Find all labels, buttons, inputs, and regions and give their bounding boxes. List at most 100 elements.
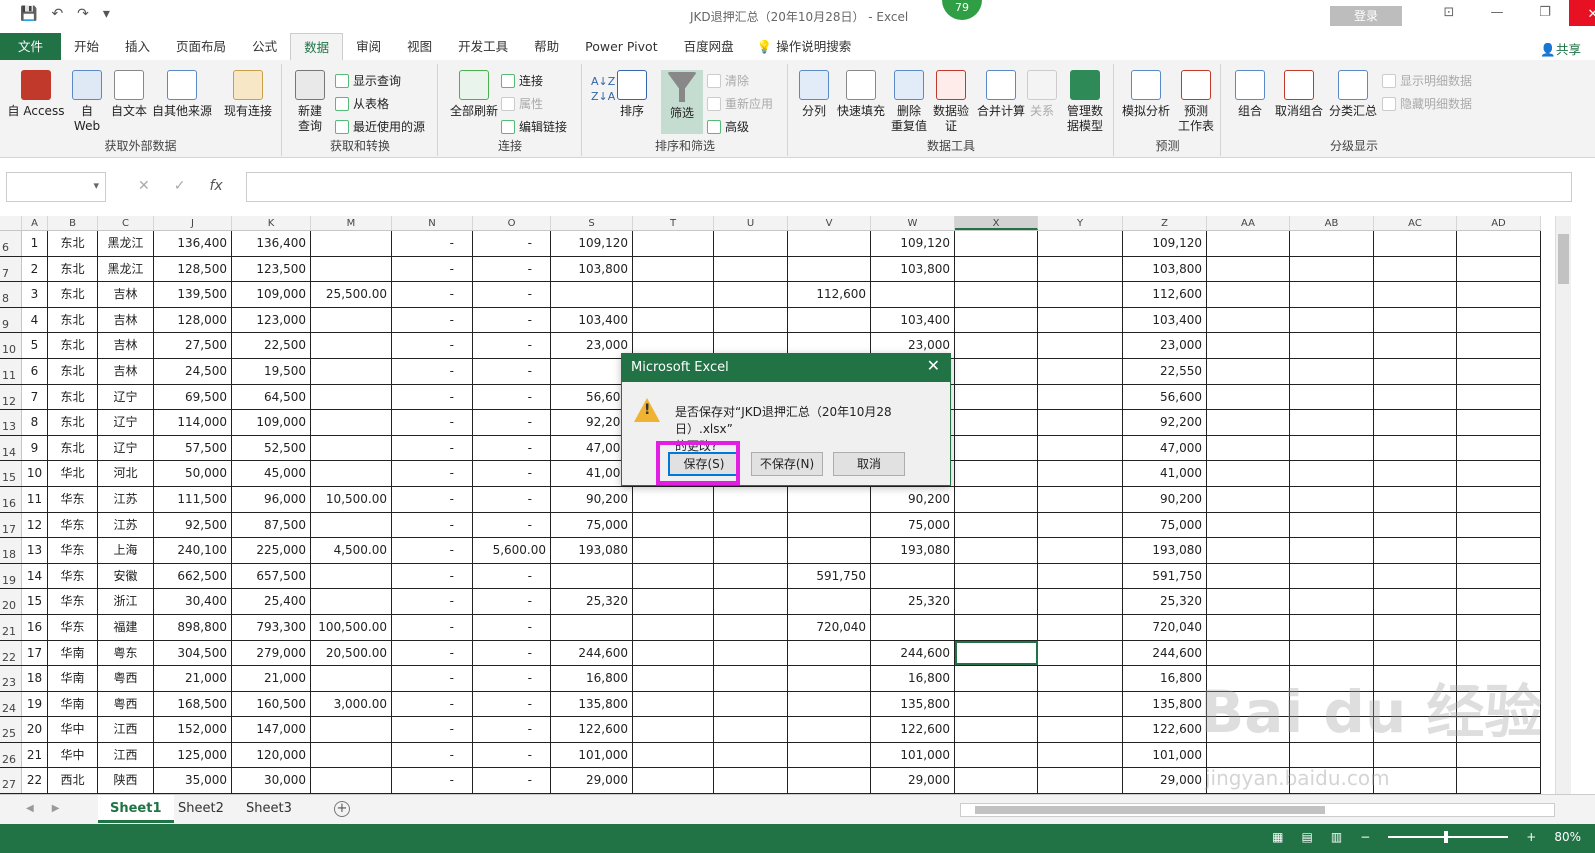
cell-u16[interactable] (714, 486, 788, 512)
cell-o6[interactable]: - (473, 231, 551, 256)
cell-j9[interactable]: 128,000 (154, 307, 232, 333)
tab-help[interactable]: 帮助 (521, 33, 572, 60)
cell-x14[interactable] (955, 435, 1038, 461)
new-query-button[interactable]: 新建 查询 (289, 70, 331, 134)
cell-m10[interactable] (311, 333, 392, 358)
tab-page-layout[interactable]: 页面布局 (163, 33, 239, 60)
cell-y14[interactable] (1038, 435, 1123, 461)
cell-ab9[interactable] (1290, 307, 1374, 333)
row-header[interactable]: 9 (0, 307, 22, 333)
cell-x25[interactable] (955, 717, 1038, 742)
cell-ab16[interactable] (1290, 486, 1374, 512)
cell-s23[interactable]: 16,800 (551, 666, 633, 691)
column-header-x[interactable]: X (955, 216, 1038, 230)
cell-k21[interactable]: 793,300 (232, 614, 311, 640)
cell-m17[interactable] (311, 512, 392, 538)
cell-o7[interactable]: - (473, 256, 551, 282)
login-button[interactable]: 登录 (1330, 6, 1402, 26)
cell-n21[interactable]: - (392, 614, 473, 640)
cell-x26[interactable] (955, 742, 1038, 768)
cell-m13[interactable] (311, 410, 392, 435)
cell-ab11[interactable] (1290, 358, 1374, 384)
cell-s18[interactable]: 193,080 (551, 538, 633, 563)
cell-j26[interactable]: 125,000 (154, 742, 232, 768)
zoom-out-icon[interactable]: − (1360, 830, 1370, 844)
row-header[interactable]: 18 (0, 538, 22, 563)
cell-ab17[interactable] (1290, 512, 1374, 538)
cell-c25[interactable]: 江西 (98, 717, 154, 742)
row-header[interactable]: 13 (0, 410, 22, 435)
cell-j14[interactable]: 57,500 (154, 435, 232, 461)
cell-s21[interactable] (551, 614, 633, 640)
cell-a24[interactable]: 19 (22, 691, 48, 717)
cell-w9[interactable]: 103,400 (871, 307, 955, 333)
cell-b15[interactable]: 华北 (48, 461, 98, 486)
cell-y9[interactable] (1038, 307, 1123, 333)
cell-ac12[interactable] (1374, 384, 1457, 410)
cell-z18[interactable]: 193,080 (1123, 538, 1207, 563)
cell-x27[interactable] (955, 768, 1038, 794)
cell-o14[interactable]: - (473, 435, 551, 461)
cell-u23[interactable] (714, 666, 788, 691)
cell-a18[interactable]: 13 (22, 538, 48, 563)
row-header[interactable]: 7 (0, 256, 22, 282)
cell-c24[interactable]: 粤西 (98, 691, 154, 717)
cell-x17[interactable] (955, 512, 1038, 538)
column-header-a[interactable]: A (22, 216, 48, 230)
tab-developer[interactable]: 开发工具 (445, 33, 521, 60)
column-header-c[interactable]: C (98, 216, 154, 230)
cell-a14[interactable]: 9 (22, 435, 48, 461)
cell-o18[interactable]: 5,600.00 (473, 538, 551, 563)
cell-aa7[interactable] (1207, 256, 1290, 282)
cell-ac16[interactable] (1374, 486, 1457, 512)
cell-u17[interactable] (714, 512, 788, 538)
cell-a22[interactable]: 17 (22, 640, 48, 666)
cell-w8[interactable] (871, 282, 955, 307)
cell-ab20[interactable] (1290, 589, 1374, 614)
cell-y17[interactable] (1038, 512, 1123, 538)
tab-home[interactable]: 开始 (61, 33, 112, 60)
cell-n13[interactable]: - (392, 410, 473, 435)
cell-k27[interactable]: 30,000 (232, 768, 311, 794)
cell-o26[interactable]: - (473, 742, 551, 768)
cell-v24[interactable] (788, 691, 871, 717)
cell-k6[interactable]: 136,400 (232, 231, 311, 256)
cell-ac17[interactable] (1374, 512, 1457, 538)
row-header[interactable]: 26 (0, 742, 22, 768)
cell-z27[interactable]: 29,000 (1123, 768, 1207, 794)
cell-x6[interactable] (955, 231, 1038, 256)
cell-ad17[interactable] (1457, 512, 1541, 538)
cell-y16[interactable] (1038, 486, 1123, 512)
column-header-w[interactable]: W (871, 216, 955, 230)
cell-a26[interactable]: 21 (22, 742, 48, 768)
cell-u9[interactable] (714, 307, 788, 333)
cell-a25[interactable]: 20 (22, 717, 48, 742)
cell-o20[interactable]: - (473, 589, 551, 614)
cell-x12[interactable] (955, 384, 1038, 410)
cell-a20[interactable]: 15 (22, 589, 48, 614)
cell-o11[interactable]: - (473, 358, 551, 384)
cell-ad21[interactable] (1457, 614, 1541, 640)
cell-aa11[interactable] (1207, 358, 1290, 384)
column-header-m[interactable]: M (311, 216, 392, 230)
cell-u26[interactable] (714, 742, 788, 768)
cell-v8[interactable]: 112,600 (788, 282, 871, 307)
cell-y18[interactable] (1038, 538, 1123, 563)
cell-y22[interactable] (1038, 640, 1123, 666)
cell-y25[interactable] (1038, 717, 1123, 742)
cell-n16[interactable]: - (392, 486, 473, 512)
tab-file[interactable]: 文件 (0, 33, 62, 60)
sheet-tab-sheet3[interactable]: Sheet3 (234, 795, 304, 823)
cell-ac13[interactable] (1374, 410, 1457, 435)
cell-a13[interactable]: 8 (22, 410, 48, 435)
cell-a27[interactable]: 22 (22, 768, 48, 794)
cell-b10[interactable]: 东北 (48, 333, 98, 358)
cell-b11[interactable]: 东北 (48, 358, 98, 384)
column-header-s[interactable]: S (551, 216, 633, 230)
cell-u22[interactable] (714, 640, 788, 666)
cell-n14[interactable]: - (392, 435, 473, 461)
cell-t23[interactable] (633, 666, 714, 691)
cell-v26[interactable] (788, 742, 871, 768)
cell-aa21[interactable] (1207, 614, 1290, 640)
cell-t22[interactable] (633, 640, 714, 666)
